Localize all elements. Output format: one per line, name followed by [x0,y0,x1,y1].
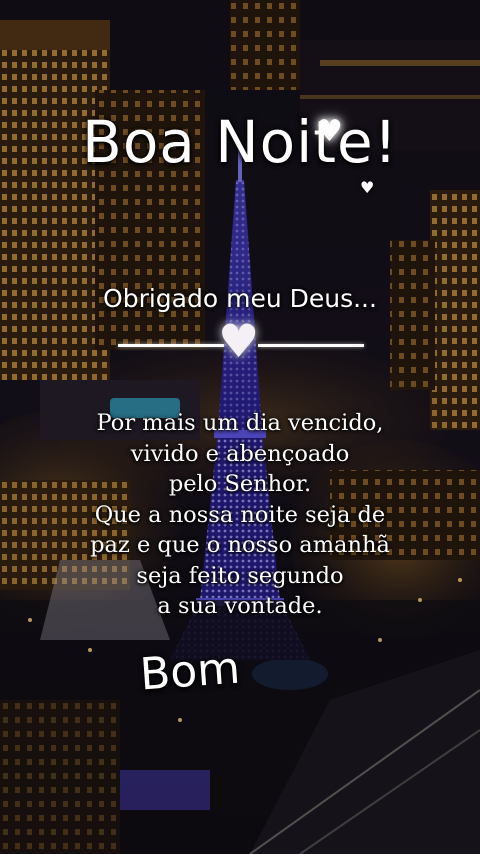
message-line: seja feito segundo [136,562,344,589]
divider-heart-icon: ♥ [218,314,260,368]
blessing-message: Por mais um dia vencido, vivido e abenço… [60,408,420,622]
divider-line-right [258,344,364,347]
message-line: Por mais um dia vencido, [96,410,384,436]
message-line: a sua vontade. [157,593,323,619]
small-heart-icon: ♥ [360,178,375,197]
message-line: Que a nossa noite seja de [94,501,386,528]
closing-text: Bom [138,642,242,701]
message-line: paz e que o nosso amanhã [90,532,390,558]
greeting-subtitle: Obrigado meu Deus... [103,284,377,313]
message-line: pelo Senhor. [168,471,312,497]
greeting-title: Boa Noite! [82,108,398,176]
divider-line-left [118,344,224,347]
message-line: vivido e abençoado [130,440,350,467]
sparkle-heart-icon: ♥ [316,114,343,149]
